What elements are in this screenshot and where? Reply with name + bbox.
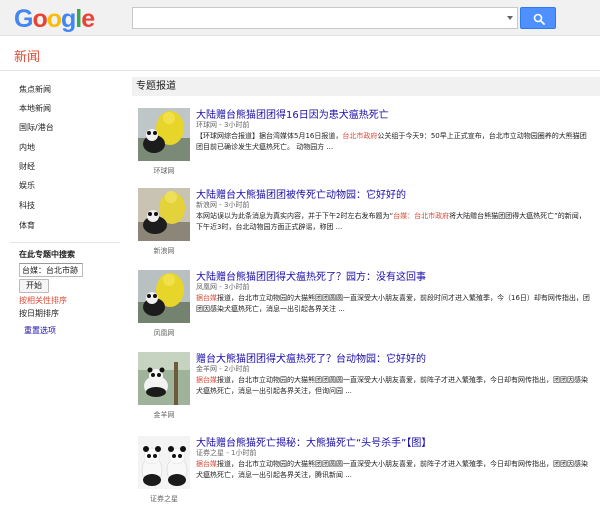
- search-button[interactable]: [520, 7, 556, 29]
- sidebar-item-entertainment[interactable]: 娱乐: [19, 180, 35, 191]
- article-source: 新浪网: [196, 201, 217, 209]
- topic-search-label: 在此专题中搜索: [19, 250, 75, 259]
- article-source: 环球网: [196, 121, 217, 129]
- article-title-link[interactable]: 大陆赠台熊猫团团得犬瘟热死了？园方：没有这回事: [196, 268, 426, 283]
- go-button[interactable]: 开始: [19, 279, 49, 293]
- thumbnail-source: 凤凰网: [153, 329, 175, 337]
- top-bar: Google: [0, 0, 600, 36]
- article-title-link[interactable]: 赠台大熊猫团团得犬瘟热死了？台动物园：它好好的: [196, 350, 426, 365]
- article-item: 金羊网 赠台大熊猫团团得犬瘟热死了？台动物园：它好好的 金羊网 - 2小时前 据…: [132, 344, 600, 424]
- article-meta: 环球网 - 3小时前: [196, 121, 250, 129]
- article-title-link[interactable]: 大陆赠台大熊猫团团被传死亡动物园：它好好的: [196, 186, 406, 201]
- article-thumbnail[interactable]: [138, 270, 190, 323]
- article-source: 金羊网: [196, 365, 217, 373]
- search-box: [132, 7, 518, 29]
- article-thumbnail[interactable]: [138, 352, 190, 405]
- article-thumbnail[interactable]: [138, 188, 190, 241]
- sort-by-date[interactable]: 按日期排序: [19, 308, 59, 319]
- article-item: 证券之星 大陆赠台熊猫死亡揭秘：大熊猫死亡“头号杀手”【图】 证券之星 - 1小…: [132, 428, 600, 508]
- article-snippet: 本网站误以为此条消息为真实内容，并于下午2时左右发布题为“台媒：台北市政府将大陆…: [196, 212, 586, 231]
- article-snippet: 【环球网综合报道】据台湾媒体5月16日报道，台北市政府公关组于今天9：50早上正…: [196, 132, 587, 151]
- article-time: 2小时前: [223, 365, 250, 373]
- sidebar-item-international[interactable]: 国际/港台: [19, 122, 54, 133]
- article-time: 3小时前: [223, 201, 250, 209]
- sidebar-item-mainland[interactable]: 内地: [19, 142, 35, 153]
- google-logo[interactable]: Google: [14, 5, 95, 33]
- article-meta: 金羊网 - 2小时前: [196, 365, 250, 373]
- thumbnail-source: 环球网: [153, 167, 175, 175]
- article-item: 新浪网 大陆赠台大熊猫团团被传死亡动物园：它好好的 新浪网 - 3小时前 本网站…: [132, 180, 600, 260]
- sidebar-item-top-stories[interactable]: 焦点新闻: [19, 84, 51, 95]
- article-time: 1小时前: [230, 449, 257, 457]
- reset-options-link[interactable]: 重置选项: [24, 325, 56, 336]
- thumbnail-source: 新浪网: [153, 247, 175, 255]
- sidebar-item-local[interactable]: 本地新闻: [19, 103, 51, 114]
- article-snippet: 据台媒报道，台北市立动物园的大猫熊团团圆圆一直深受大小朋友喜爱，前段时间才进入繁…: [196, 294, 590, 313]
- article-source: 凤凰网: [196, 283, 217, 291]
- thumbnail-source: 证券之星: [150, 495, 178, 503]
- article-item: 凤凰网 大陆赠台熊猫团团得犬瘟热死了？园方：没有这回事 凤凰网 - 3小时前 据…: [132, 262, 600, 342]
- search-input[interactable]: [133, 8, 493, 28]
- article-meta: 新浪网 - 3小时前: [196, 201, 250, 209]
- article-thumbnail[interactable]: [138, 436, 190, 489]
- article-meta: 凤凰网 - 3小时前: [196, 283, 250, 291]
- article-meta: 证券之星 - 1小时前: [196, 449, 257, 457]
- chevron-down-icon[interactable]: [507, 16, 513, 20]
- sort-by-relevance[interactable]: 按相关性排序: [19, 295, 67, 306]
- article-title-link[interactable]: 大陆赠台熊猫团团得16日因为患犬瘟热死亡: [196, 106, 389, 121]
- sidebar-item-sports[interactable]: 体育: [19, 220, 35, 231]
- thumbnail-source: 金羊网: [153, 411, 175, 419]
- article-time: 3小时前: [223, 283, 250, 291]
- section-divider: [0, 70, 600, 71]
- article-snippet: 据台媒报道，台北市立动物园的大猫熊团团圆圆一直深受大小朋友喜爱，前阵子才进入繁殖…: [196, 460, 588, 479]
- article-snippet: 据台媒报道，台北市立动物园的大猫熊团团圆圆一直深受大小朋友喜爱，前阵子才进入繁殖…: [196, 376, 588, 395]
- topic-header: 专题报道: [132, 77, 600, 96]
- article-time: 3小时前: [223, 121, 250, 129]
- search-icon: [533, 13, 545, 25]
- sidebar-divider: [10, 242, 120, 243]
- article-item: 环球网 大陆赠台熊猫团团得16日因为患犬瘟热死亡 环球网 - 3小时前 【环球网…: [132, 100, 600, 180]
- article-thumbnail[interactable]: [138, 108, 190, 161]
- article-title-link[interactable]: 大陆赠台熊猫死亡揭秘：大熊猫死亡“头号杀手”【图】: [196, 434, 431, 449]
- article-source: 证券之星: [196, 449, 224, 457]
- sidebar-item-tech[interactable]: 科技: [19, 200, 35, 211]
- sidebar-item-finance[interactable]: 财经: [19, 161, 35, 172]
- topic-search-input[interactable]: 台媒：台北市跡: [19, 263, 83, 277]
- section-title[interactable]: 新闻: [14, 46, 40, 65]
